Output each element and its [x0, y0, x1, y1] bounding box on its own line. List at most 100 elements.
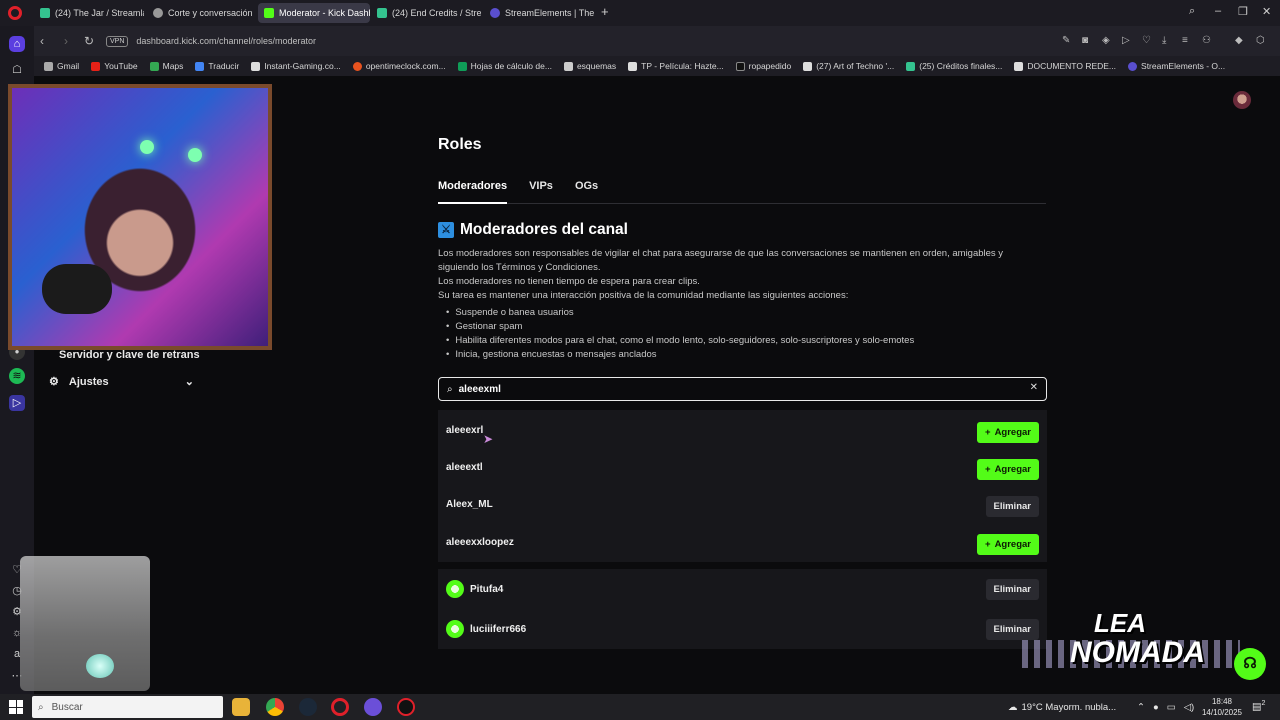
close-window-button[interactable]: ✕ [1262, 5, 1271, 18]
result-row: aleeexxloopez + Agregar [438, 524, 1047, 561]
opera-logo-icon[interactable] [8, 6, 22, 20]
description-line: Su tarea es mantener una interacción pos… [438, 290, 849, 301]
result-row: Aleex_ML Eliminar [438, 486, 1047, 523]
microphone-icon[interactable]: ● [1153, 702, 1159, 713]
tabs-divider [438, 203, 1046, 204]
steam-icon[interactable] [299, 698, 317, 716]
ice-cube [86, 654, 114, 678]
file-explorer-icon[interactable] [232, 698, 250, 716]
translate-icon [195, 61, 205, 71]
bullet-item: Gestionar spam [446, 320, 522, 334]
sidebar-item-settings[interactable]: ⚙ Ajustes ⌄ [49, 375, 194, 389]
browser-tab[interactable]: Corte y conversación [147, 3, 255, 23]
url-text[interactable]: dashboard.kick.com/channel/roles/moderat… [136, 36, 316, 46]
maximize-button[interactable]: ❐ [1238, 5, 1248, 18]
browser-tab-active[interactable]: Moderator - Kick Dashbo [258, 3, 370, 23]
network-icon[interactable]: ▭ [1167, 702, 1176, 713]
roles-tabs: Moderadores VIPs OGs [438, 180, 598, 203]
bookmark-esquemas[interactable]: esquemas [563, 61, 616, 71]
search-tabs-icon[interactable]: ⌕ [1189, 5, 1195, 18]
play-icon[interactable]: ▷ [1122, 35, 1130, 46]
plus-icon: + [985, 539, 991, 550]
result-row: aleeexrl + Agregar [438, 412, 1047, 449]
browser-tab[interactable]: StreamElements | The Ulti [484, 3, 596, 23]
opera-taskbar-icon[interactable] [331, 698, 349, 716]
youtube-icon [91, 61, 101, 71]
description-line: Los moderadores son responsables de vigi… [438, 248, 1004, 259]
taskbar-search-input[interactable]: ⌕ Buscar [32, 696, 223, 718]
chevron-up-icon[interactable]: ⌃ [1137, 702, 1145, 713]
speed-dial-icon[interactable]: ☖ [9, 62, 25, 78]
bookmark-youtube[interactable]: YouTube [91, 61, 138, 71]
obs-icon[interactable] [397, 698, 415, 716]
camera-icon[interactable]: ◙ [1082, 35, 1088, 46]
forward-icon[interactable]: › [64, 34, 68, 48]
profile-icon[interactable]: ⚇ [1202, 35, 1211, 46]
shield-icon[interactable]: ◈ [1102, 35, 1110, 46]
chrome-icon[interactable] [266, 698, 284, 716]
edit-icon[interactable]: ✎ [1062, 35, 1070, 46]
notifications-button[interactable]: ▤2 [1252, 700, 1265, 712]
streamelements-icon [1128, 61, 1138, 71]
weather-widget[interactable]: ☁ 19°C Mayorm. nubla... [1008, 694, 1116, 720]
download-icon[interactable]: ⤓ [1162, 35, 1166, 46]
clock[interactable]: 18:48 14/10/2025 [1200, 696, 1244, 718]
volume-icon[interactable]: ◁) [1184, 702, 1194, 713]
sidebar-item-stream-key[interactable]: Servidor y clave de retrans [59, 349, 200, 361]
glass-overlay [20, 556, 150, 691]
extensions-icon[interactable]: ◆ [1235, 35, 1243, 46]
remove-moderator-button[interactable]: Eliminar [985, 579, 1039, 600]
add-moderator-button[interactable]: + Agregar [977, 422, 1039, 443]
add-moderator-button[interactable]: + Agregar [977, 459, 1039, 480]
reload-icon[interactable]: ↻ [84, 34, 94, 48]
bookmark-opentimeclock[interactable]: opentimeclock.com... [352, 61, 446, 71]
bookmark-creditos[interactable]: (25) Créditos finales... [906, 61, 1002, 71]
streamlabs-taskbar-icon[interactable] [364, 698, 382, 716]
browser-tab[interactable]: (24) The Jar / Streamlabs [34, 3, 144, 23]
tab-vips[interactable]: VIPs [529, 180, 553, 203]
tab-moderadores[interactable]: Moderadores [438, 180, 507, 203]
new-tab-button[interactable]: + [601, 4, 609, 19]
bookmark-art-of-techno[interactable]: (27) Art of Techno '... [803, 61, 894, 71]
bookmark-translate[interactable]: Traducir [195, 61, 239, 71]
moderator-search-input[interactable]: ⌕ aleeexml ✕ [438, 377, 1047, 401]
spotify-icon[interactable]: ≋ [9, 368, 25, 384]
streamelements-icon [490, 8, 500, 18]
minimize-button[interactable]: – [1215, 5, 1221, 17]
bookmark-tp[interactable]: TP - Película: Hazte... [628, 61, 724, 71]
streamlabs-icon [40, 8, 50, 18]
url-field[interactable]: VPN dashboard.kick.com/channel/roles/mod… [106, 30, 1266, 52]
avatar [446, 580, 464, 598]
user-avatar[interactable] [1233, 91, 1251, 109]
bullet-item: Habilita diferentes modos para el chat, … [446, 334, 914, 348]
add-moderator-button[interactable]: + Agregar [977, 534, 1039, 555]
bullet-item: Suspende o banea usuarios [446, 306, 573, 320]
search-icon: ⌕ [38, 701, 44, 713]
favorite-icon[interactable]: ♡ [1142, 35, 1151, 46]
settings-icon[interactable]: ⬡ [1256, 35, 1265, 46]
bookmark-icon [563, 61, 573, 71]
player-icon[interactable]: ▷ [9, 395, 25, 411]
browser-tab[interactable]: (24) End Credits / Streaml [371, 3, 481, 23]
menu-icon[interactable]: ≡ [1182, 35, 1188, 46]
bookmark-documento[interactable]: DOCUMENTO REDE... [1014, 61, 1116, 71]
clear-search-icon[interactable]: ✕ [1030, 382, 1038, 393]
logo-text-bottom: NOMADA [1070, 636, 1205, 669]
bookmark-icon [1014, 61, 1024, 71]
bookmark-instant-gaming[interactable]: Instant-Gaming.co... [251, 61, 341, 71]
bookmark-maps[interactable]: Maps [149, 61, 183, 71]
remove-moderator-button[interactable]: Eliminar [985, 496, 1039, 517]
bookmark-streamelements[interactable]: StreamElements - O... [1128, 61, 1225, 71]
vpn-badge[interactable]: VPN [106, 35, 129, 47]
bookmark-gmail[interactable]: Gmail [44, 61, 79, 71]
windows-start-icon[interactable] [9, 700, 23, 714]
bookmark-ropapedido[interactable]: ropapedido [735, 61, 791, 71]
tab-ogs[interactable]: OGs [575, 180, 598, 203]
home-icon[interactable]: ⌂ [9, 36, 25, 52]
avatar [446, 620, 464, 638]
windows-taskbar: ⌕ Buscar ☁ 19°C Mayorm. nubla... ⌃ ● ▭ ◁… [0, 694, 1280, 720]
bookmark-sheets[interactable]: Hojas de cálculo de... [457, 61, 552, 71]
support-chat-button[interactable]: ☊ [1234, 648, 1266, 680]
back-icon[interactable]: ‹ [40, 34, 44, 48]
search-results: aleeexrl + Agregar aleeextl + Agregar Alee… [438, 410, 1047, 562]
